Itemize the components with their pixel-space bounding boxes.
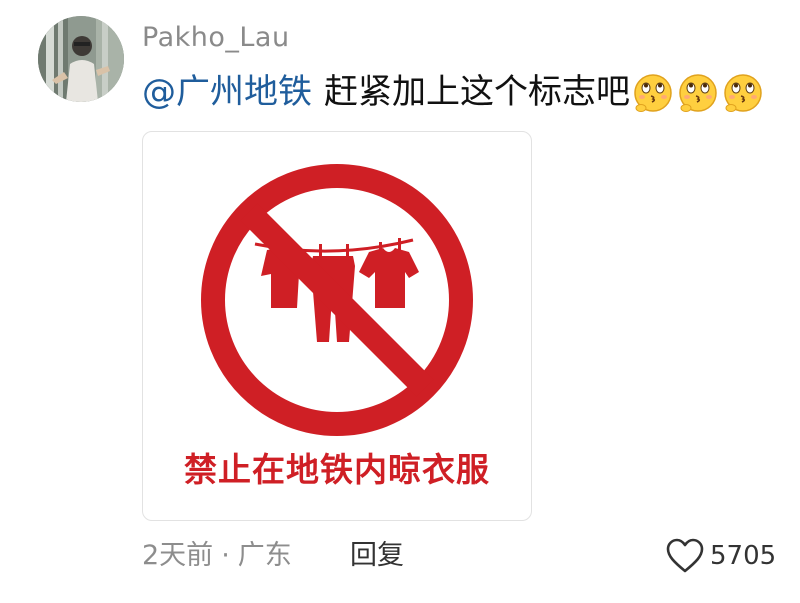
- thinking-kiss-emoji-icon: [721, 70, 765, 114]
- comment-text: 赶紧加上这个标志吧: [324, 72, 630, 112]
- avatar[interactable]: [38, 16, 124, 102]
- like-count: 5705: [710, 541, 777, 571]
- thinking-kiss-emoji-icon: [631, 70, 675, 114]
- username[interactable]: Pakho_Lau: [142, 22, 290, 54]
- no-drying-clothes-sign-icon: [201, 164, 473, 436]
- thinking-kiss-emoji-icon: [676, 70, 720, 114]
- heart-outline-icon: [666, 538, 704, 573]
- comment-meta: 2天前 · 广东: [142, 538, 292, 574]
- attached-image[interactable]: 禁止在地铁内晾衣服: [142, 131, 532, 521]
- location: 广东: [237, 540, 292, 571]
- mention-link[interactable]: @广州地铁: [142, 68, 312, 116]
- sign-caption: 禁止在地铁内晾衣服: [184, 450, 490, 489]
- timestamp: 2天前: [142, 540, 214, 571]
- meta-separator: ·: [221, 540, 230, 571]
- comment-body: @广州地铁 赶紧加上这个标志吧: [142, 68, 765, 116]
- reply-button[interactable]: 回复: [350, 538, 404, 574]
- like-button[interactable]: 5705: [666, 536, 776, 576]
- avatar-photo: [38, 16, 124, 102]
